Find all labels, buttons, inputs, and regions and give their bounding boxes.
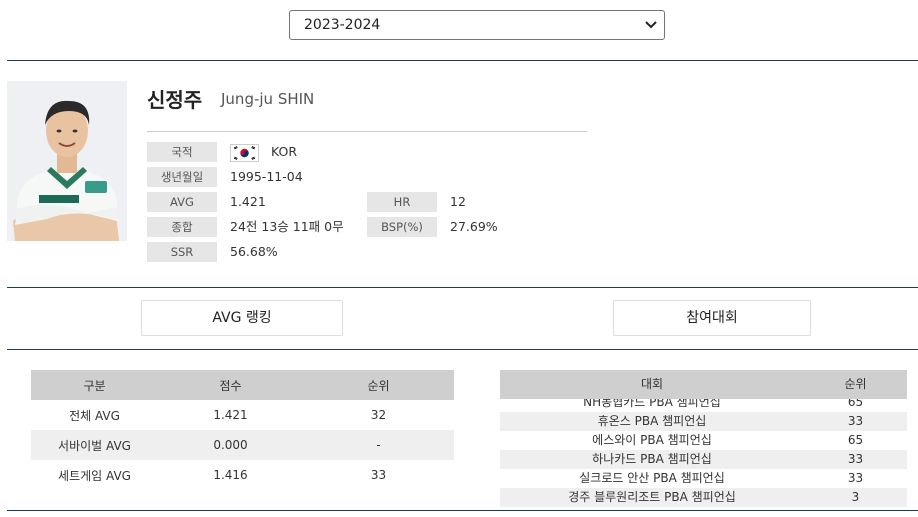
table-row: 세트게임 AVG 1.416 33 (31, 460, 454, 490)
korea-flag-icon (230, 144, 259, 162)
column-header-score: 점수 (158, 370, 303, 400)
tournament-rank: 65 (847, 433, 864, 447)
tournament-name: 실크로드 안산 PBA 챔피언십 (579, 471, 725, 485)
column-header-tournament-rank: 순위 (844, 377, 867, 391)
ssr-value: 56.68% (230, 244, 278, 259)
table-row: 서바이벌 AVG 0.000 - (31, 430, 454, 460)
tournament-rank: 33 (847, 452, 864, 466)
player-name-english: Jung-ju SHIN (221, 90, 315, 108)
player-name-korean: 신정주 (147, 88, 203, 112)
tournament-table-scroll[interactable]: NH농협카드 PBA 챔피언십 65 휴온스 PBA 챔피언십 33 에스와이 … (500, 370, 907, 508)
hr-label: HR (367, 192, 437, 212)
total-label: 종합 (147, 217, 217, 237)
table-header-row: 구분 점수 순위 (31, 370, 454, 400)
bsp-label: BSP(%) (367, 217, 437, 237)
table-row: 실크로드 안산 PBA 챔피언십 33 (500, 469, 907, 488)
tournament-header-row: 대회 순위 (500, 370, 907, 399)
tournament-rank: 3 (851, 490, 860, 504)
table-row: 휴온스 PBA 챔피언십 33 (500, 412, 907, 431)
table-cell: 0.000 (158, 430, 303, 460)
nationality-value: KOR (271, 144, 298, 159)
avg-value: 1.421 (230, 194, 266, 209)
season-select[interactable]: 2023-2024 (289, 10, 665, 40)
avg-ranking-button[interactable]: AVG 랭킹 (141, 300, 343, 336)
tournaments-button[interactable]: 참여대회 (613, 300, 811, 336)
divider-bottom (7, 510, 918, 511)
column-header-rank: 순위 (303, 370, 454, 400)
table-cell: - (303, 430, 454, 460)
birth-value: 1995-11-04 (230, 169, 303, 184)
birth-label: 생년월일 (147, 167, 217, 187)
table-row: 하나카드 PBA 챔피언십 33 (500, 450, 907, 469)
nationality-label: 국적 (147, 142, 217, 162)
tournament-rank: 33 (847, 471, 864, 485)
column-header-category: 구분 (31, 370, 158, 400)
table-cell: 전체 AVG (69, 408, 120, 423)
season-select-value: 2023-2024 (304, 17, 381, 33)
divider-top (7, 60, 918, 61)
avg-ranking-table: 구분 점수 순위 전체 AVG 1.421 32 서바이벌 AVG 0.000 … (31, 370, 454, 490)
total-value: 24전 13승 11패 0무 (230, 219, 344, 234)
tournament-list: NH농협카드 PBA 챔피언십 65 휴온스 PBA 챔피언십 33 에스와이 … (500, 393, 907, 507)
player-portrait-image (7, 81, 127, 241)
table-row: 경주 블루원리조트 PBA 챔피언십 3 (500, 488, 907, 507)
tournament-name: 경주 블루원리조트 PBA 챔피언십 (568, 490, 736, 504)
tournament-name: 에스와이 PBA 챔피언십 (592, 433, 712, 447)
avg-label: AVG (147, 192, 217, 212)
tournament-name: 하나카드 PBA 챔피언십 (592, 452, 712, 466)
ssr-label: SSR (147, 242, 217, 262)
divider-middle (7, 287, 918, 288)
name-divider (147, 131, 587, 132)
table-cell: 서바이벌 AVG (31, 430, 158, 460)
tournament-name: 휴온스 PBA 챔피언십 (597, 414, 707, 428)
table-cell: 1.421 (213, 408, 248, 422)
tournament-rank: 33 (847, 414, 864, 428)
table-cell: 32 (370, 408, 387, 422)
table-cell: 1.416 (213, 468, 248, 482)
player-photo (7, 81, 127, 241)
table-row: 전체 AVG 1.421 32 (31, 400, 454, 430)
hr-value: 12 (450, 194, 466, 209)
table-row: 에스와이 PBA 챔피언십 65 (500, 431, 907, 450)
bsp-value: 27.69% (450, 219, 498, 234)
column-header-tournament: 대회 (640, 377, 664, 391)
table-cell: 세트게임 AVG (58, 468, 131, 483)
table-cell: 33 (370, 468, 387, 482)
divider-lower (7, 349, 918, 350)
chevron-down-icon (645, 21, 657, 29)
